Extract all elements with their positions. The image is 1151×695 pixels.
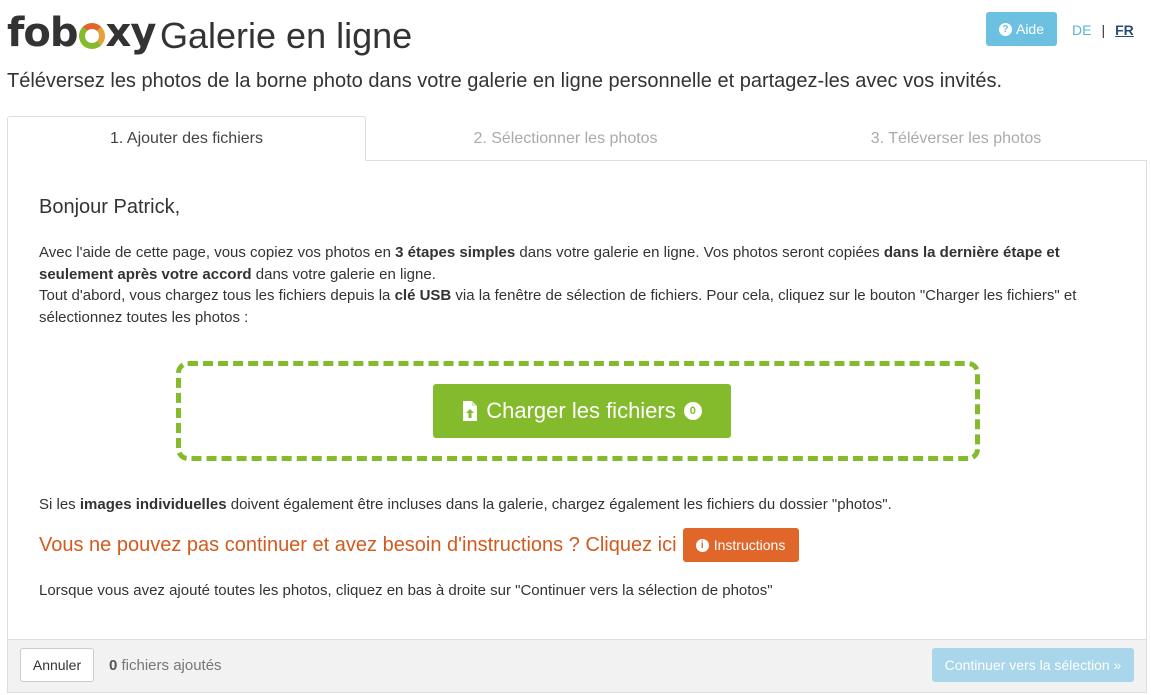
step-tabs: 1. Ajouter des fichiers 2. Sélectionner … [7,116,1147,161]
help-button[interactable]: ? Aide [986,12,1057,46]
lang-de-link[interactable]: DE [1072,22,1091,38]
language-switcher: DE | FR [1072,22,1134,38]
file-dropzone[interactable]: Charger les fichiers 0 [176,361,980,461]
files-added-text: fichiers ajoutés [117,657,222,674]
foboxy-logo: fob xy [7,8,157,58]
intro-text-part: Tout d'abord, vous chargez tous les fich… [39,287,395,304]
logo-text-suffix: xy [105,10,157,56]
info-icon: i [695,538,709,552]
single-images-note: Si les images individuelles doivent égal… [39,496,892,513]
logo-text-prefix: fob [7,10,79,56]
instructions-prompt: Vous ne pouvez pas continuer et avez bes… [39,528,799,562]
intro-text-part: dans votre galerie en ligne. Vos photos … [515,244,884,261]
upload-button-label: Charger les fichiers [486,398,676,423]
lang-separator: | [1101,22,1106,38]
final-note: Lorsque vous avez ajouté toutes les phot… [39,582,773,599]
tab-select-photos[interactable]: 2. Sélectionner les photos [366,116,765,161]
intro-text-bold: 3 étapes simples [395,244,516,261]
note-text-part: doivent également être incluses dans la … [226,496,892,513]
instructions-button-label: Instructions [713,537,786,553]
intro-text-bold: clé USB [394,287,452,304]
greeting: Bonjour Patrick, [39,196,181,218]
help-button-label: Aide [1015,21,1045,37]
intro-text-part: dans votre galerie en ligne. [251,265,436,283]
continue-to-selection-button[interactable]: Continuer vers la sélection » [932,648,1134,682]
files-added-count: 0 fichiers ajoutés [109,657,222,674]
question-icon: ? [998,22,1012,36]
instructions-prompt-text: Vous ne pouvez pas continuer et avez bes… [39,533,677,556]
note-text-part: Si les [39,496,80,513]
logo-ring-icon [78,23,105,49]
cancel-button[interactable]: Annuler [20,648,94,682]
panel-footer: Annuler 0 fichiers ajoutés Continuer ver… [8,639,1146,692]
instructions-button[interactable]: i Instructions [682,528,799,562]
intro-text-part: Avec l'aide de cette page, vous copiez v… [39,244,396,261]
page-subtitle: Téléversez les photos de la borne photo … [7,70,1003,92]
file-upload-icon [463,401,478,421]
tab-upload-photos[interactable]: 3. Téléverser les photos [765,116,1147,161]
upload-files-button[interactable]: Charger les fichiers 0 [433,384,731,438]
header: fob xy Galerie en ligne ? Aide DE | FR [7,6,1144,62]
intro-text: Avec l'aide de cette page, vous copiez v… [39,242,1119,328]
step-panel: Bonjour Patrick, Avec l'aide de cette pa… [7,160,1147,693]
lang-fr-link[interactable]: FR [1115,22,1134,38]
page-title: Galerie en ligne [160,15,413,56]
note-text-bold: images individuelles [79,496,227,513]
file-count-badge: 0 [683,402,702,420]
tab-add-files[interactable]: 1. Ajouter des fichiers [7,116,366,161]
